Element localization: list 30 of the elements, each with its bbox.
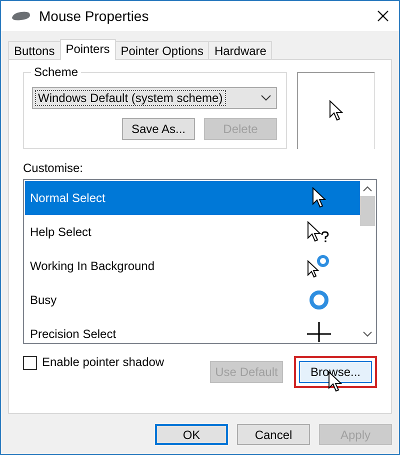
caret-down-icon[interactable] — [363, 331, 372, 337]
cursor-icon — [329, 100, 343, 122]
cursor-icon — [307, 322, 331, 342]
tab[interactable]: Hardware — [208, 41, 272, 59]
checkbox-label[interactable]: Enable pointer shadow — [42, 355, 205, 369]
cursor-icon — [307, 221, 331, 243]
scheme-dropdown[interactable]: Windows Default (system scheme) — [32, 87, 277, 109]
scrollbar-thumb[interactable] — [360, 196, 375, 226]
cursor-icon — [312, 187, 326, 209]
list-item[interactable]: Precision Select — [25, 317, 360, 342]
cursor-icon — [307, 254, 331, 278]
list-label: Customise: — [23, 161, 84, 175]
cursor-icon — [308, 289, 330, 311]
dialog-button[interactable]: OK — [155, 424, 228, 445]
scheme-button[interactable]: Save As... — [122, 118, 195, 140]
tab[interactable]: Pointer Options — [114, 41, 210, 59]
dialog-button[interactable]: Cancel — [237, 424, 310, 445]
group-label: Scheme — [31, 65, 82, 79]
list-item[interactable]: Normal Select — [25, 181, 360, 215]
window-title: Mouse Properties — [39, 8, 150, 24]
tab[interactable]: Pointers — [60, 39, 116, 60]
close-icon[interactable] — [377, 10, 389, 22]
chevron-icon — [261, 95, 271, 101]
mouse-icon — [11, 11, 31, 21]
list-item[interactable]: Working In Background — [25, 249, 360, 283]
checkbox[interactable] — [23, 356, 37, 370]
caret-up-icon[interactable] — [363, 186, 372, 192]
list-item[interactable]: Help Select — [25, 215, 360, 249]
list-item[interactable]: Busy — [25, 283, 360, 317]
tab[interactable]: Buttons — [8, 41, 61, 59]
